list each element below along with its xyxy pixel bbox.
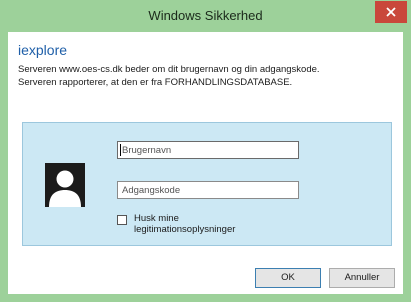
dialog-content: iexplore Serveren www.oes-cs.dk beder om… — [8, 32, 403, 294]
message-line-2: Serveren rapporterer, at den er fra FORH… — [18, 77, 293, 88]
remember-checkbox[interactable] — [117, 215, 127, 225]
username-field[interactable] — [117, 141, 299, 159]
remember-label-line-1: Husk mine — [134, 213, 179, 224]
security-dialog: Windows Sikkerhed iexplore Serveren www.… — [0, 0, 411, 302]
app-name: iexplore — [18, 42, 68, 58]
user-avatar-icon — [45, 163, 85, 207]
window-title: Windows Sikkerhed — [148, 8, 263, 23]
ok-button[interactable]: OK — [255, 268, 321, 288]
remember-label: Husk mine legitimationsoplysninger — [134, 213, 294, 235]
remember-label-line-2: legitimationsoplysninger — [134, 224, 236, 235]
password-field[interactable] — [117, 181, 299, 199]
title-bar[interactable]: Windows Sikkerhed — [0, 0, 411, 32]
message-line-1: Serveren www.oes-cs.dk beder om dit brug… — [18, 64, 320, 75]
credential-panel: Husk mine legitimationsoplysninger — [22, 122, 392, 246]
cancel-button[interactable]: Annuller — [329, 268, 395, 288]
close-button[interactable] — [375, 1, 407, 23]
close-icon — [386, 7, 396, 17]
text-caret — [120, 144, 121, 156]
remember-credentials[interactable]: Husk mine legitimationsoplysninger — [117, 212, 337, 240]
